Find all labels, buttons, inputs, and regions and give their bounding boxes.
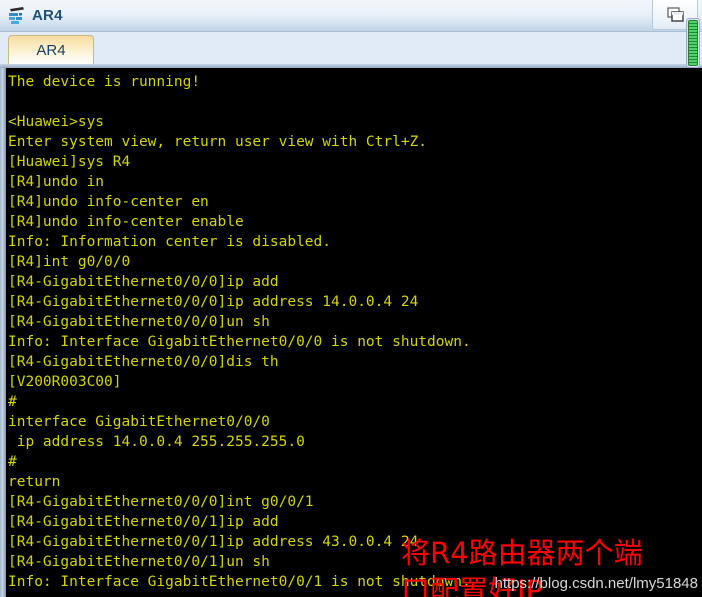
vertical-scrollbar[interactable] — [686, 18, 700, 68]
terminal-line: [R4-GigabitEthernet0/0/0]ip add — [8, 274, 279, 290]
terminal-line: [R4-GigabitEthernet0/0/0]dis th — [8, 354, 279, 370]
terminal-line: interface GigabitEthernet0/0/0 — [8, 414, 270, 430]
terminal-line: # — [8, 394, 17, 410]
terminal-line: [R4-GigabitEthernet0/0/1]ip address 43.0… — [8, 534, 419, 550]
ar4-console-window: AR4 AR4 The device is running! <Huawei>sy… — [0, 0, 702, 597]
terminal-line: [R4-GigabitEthernet0/0/1]ip add — [8, 514, 279, 530]
router-icon — [9, 6, 24, 24]
terminal-line: Info: Information center is disabled. — [8, 234, 332, 250]
terminal-line: [R4]int g0/0/0 — [8, 254, 131, 270]
terminal-line: The device is running! — [8, 74, 201, 90]
terminal-line: [V200R003C00] — [8, 374, 122, 390]
terminal-output-area[interactable]: The device is running! <Huawei>sys Enter s… — [0, 68, 702, 597]
title-bar: AR4 — [0, 0, 702, 32]
terminal-line: [Huawei]sys R4 — [8, 154, 131, 170]
terminal-line: # — [8, 454, 17, 470]
terminal-line: <Huawei>sys — [8, 114, 105, 130]
terminal-line: [R4-GigabitEthernet0/0/1]un sh — [8, 554, 270, 570]
terminal-line: return — [8, 474, 61, 490]
restore-window-icon — [667, 6, 684, 22]
terminal-console-text: The device is running! <Huawei>sys Enter s… — [6, 68, 702, 597]
terminal-line: [R4-GigabitEthernet0/0/0]ip address 14.0… — [8, 294, 419, 310]
terminal-line: ip address 14.0.0.4 255.255.255.0 — [8, 434, 305, 450]
tab-strip: AR4 — [0, 32, 702, 65]
terminal-line: [R4]undo info-center enable — [8, 214, 244, 230]
terminal-line: [R4]undo in — [8, 174, 105, 190]
terminal-line: Info: Interface GigabitEthernet0/0/0 is … — [8, 334, 471, 350]
terminal-line: [R4]undo info-center en — [8, 194, 209, 210]
tab-ar4[interactable]: AR4 — [8, 35, 94, 65]
terminal-line: Enter system view, return user view with… — [8, 134, 428, 150]
watermark-url: https://blog.csdn.net/lmy51848 — [494, 575, 698, 592]
scrollbar-thumb[interactable] — [688, 20, 698, 66]
terminal-line: [R4-GigabitEthernet0/0/0]int g0/0/1 — [8, 494, 314, 510]
tab-ar4-label: AR4 — [36, 42, 66, 59]
terminal-line: [R4-GigabitEthernet0/0/0]un sh — [8, 314, 270, 330]
window-title: AR4 — [32, 7, 63, 24]
